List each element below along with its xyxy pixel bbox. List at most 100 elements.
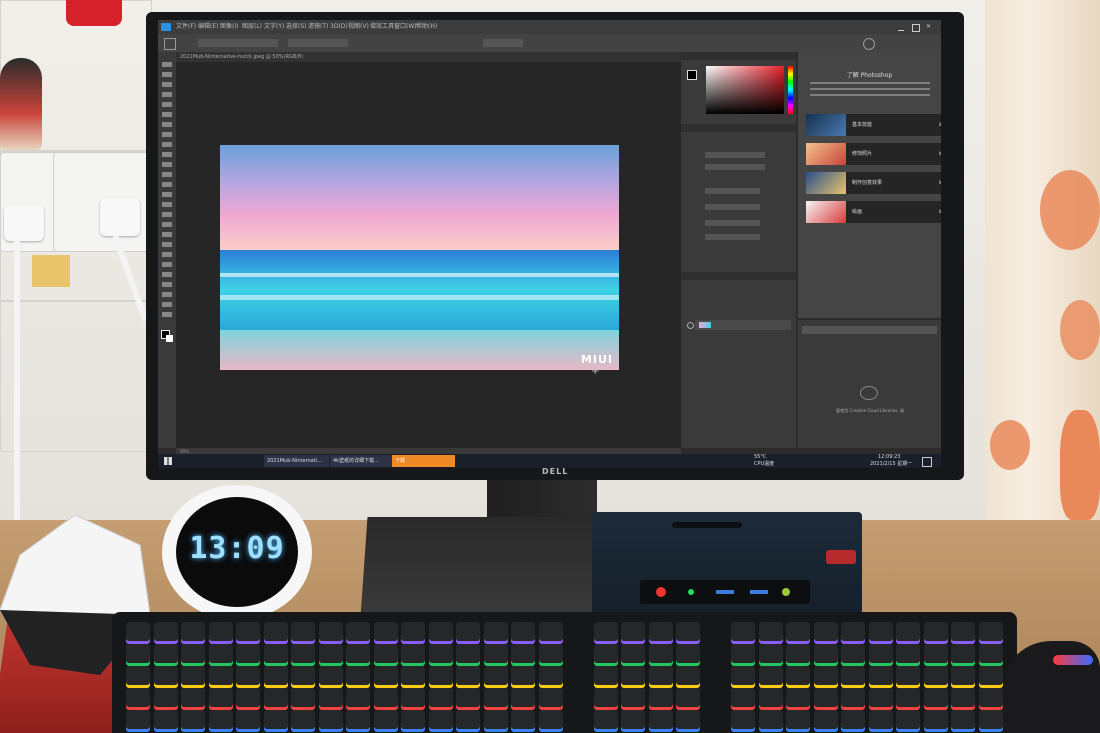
keyboard-key[interactable]	[483, 710, 508, 729]
keyboard-key[interactable]	[318, 688, 343, 707]
keyboard-key[interactable]	[346, 710, 370, 729]
maximize-icon[interactable]	[912, 24, 920, 32]
keyboard-key[interactable]	[181, 688, 205, 707]
keyboard-key[interactable]	[896, 644, 920, 663]
keyboard-key[interactable]	[538, 666, 563, 685]
keyboard-key[interactable]	[731, 622, 755, 641]
layer-row[interactable]	[695, 320, 791, 330]
notification-icon[interactable]	[922, 457, 932, 467]
keyboard-key[interactable]	[841, 688, 865, 707]
keyboard-key[interactable]	[208, 710, 233, 729]
tool-icons-column[interactable]	[162, 62, 172, 322]
keyboard-key[interactable]	[841, 644, 865, 663]
menu-item-view[interactable]: 视图(V)	[348, 20, 369, 34]
keyboard-key[interactable]	[731, 688, 755, 707]
keyboard-key[interactable]	[731, 644, 755, 663]
keyboard-key[interactable]	[538, 644, 563, 663]
keyboard-key[interactable]	[648, 666, 673, 685]
keyboard-key[interactable]	[621, 666, 645, 685]
keyboard-key[interactable]	[373, 622, 398, 641]
keyboard-key[interactable]	[538, 710, 563, 729]
keyboard-key[interactable]	[153, 666, 178, 685]
keyboard-key[interactable]	[868, 644, 893, 663]
menu-item-window[interactable]: 窗口(W)	[394, 20, 417, 34]
keyboard-key[interactable]	[648, 688, 673, 707]
keyboard-key[interactable]	[263, 688, 288, 707]
keyboard-key[interactable]	[923, 644, 948, 663]
power-button-icon[interactable]	[656, 587, 666, 597]
keyboard-key[interactable]	[868, 688, 893, 707]
menu-item-plugins[interactable]: 增效工具	[370, 20, 394, 34]
keyboard-key[interactable]	[483, 622, 508, 641]
keyboard-key[interactable]	[373, 688, 398, 707]
keyboard-key[interactable]	[401, 644, 425, 663]
menu-item-layer[interactable]: 图层(L)	[242, 20, 262, 34]
learn-item-creative-effects[interactable]: 制作创意效果 ›	[806, 172, 941, 194]
keyboard-key[interactable]	[621, 688, 645, 707]
keyboard-key[interactable]	[208, 644, 233, 663]
keyboard-key[interactable]	[813, 644, 838, 663]
property-field[interactable]	[705, 188, 760, 194]
keyboard-key[interactable]	[868, 666, 893, 685]
keyboard-key[interactable]	[813, 688, 838, 707]
keyboard-key[interactable]	[593, 644, 618, 663]
keyboard-key[interactable]	[896, 666, 920, 685]
keyboard-key[interactable]	[841, 710, 865, 729]
keyboard-key[interactable]	[236, 622, 260, 641]
library-search-field[interactable]	[802, 326, 937, 334]
keyboard-key[interactable]	[236, 644, 260, 663]
keyboard-key[interactable]	[318, 710, 343, 729]
search-icon[interactable]	[863, 38, 875, 50]
taskbar-item-download[interactable]: 下载	[392, 455, 455, 467]
keyboard-key[interactable]	[346, 666, 370, 685]
keyboard-key[interactable]	[208, 688, 233, 707]
keyboard-key[interactable]	[676, 666, 700, 685]
usb-port[interactable]	[716, 590, 734, 594]
keyboard-key[interactable]	[483, 688, 508, 707]
keyboard-key[interactable]	[978, 688, 1003, 707]
keyboard-key[interactable]	[868, 710, 893, 729]
keyboard-key[interactable]	[318, 666, 343, 685]
keyboard-key[interactable]	[401, 622, 425, 641]
keyboard-key[interactable]	[868, 622, 893, 641]
keyboard-key[interactable]	[126, 710, 150, 729]
keyboard-key[interactable]	[786, 644, 810, 663]
keyboard-key[interactable]	[291, 644, 315, 663]
keyboard-key[interactable]	[786, 622, 810, 641]
keyboard-key[interactable]	[263, 622, 288, 641]
menu-item-file[interactable]: 文件(F)	[176, 20, 196, 34]
keyboard-key[interactable]	[181, 710, 205, 729]
keyboard-key[interactable]	[813, 666, 838, 685]
background-color-swatch[interactable]	[166, 335, 173, 342]
menu-item-filter[interactable]: 滤镜(T)	[308, 20, 328, 34]
keyboard-key[interactable]	[758, 688, 783, 707]
keyboard-key[interactable]	[428, 688, 453, 707]
keyboard-key[interactable]	[318, 644, 343, 663]
keyboard-key[interactable]	[456, 622, 480, 641]
keyboard-key[interactable]	[236, 710, 260, 729]
keyboard-key[interactable]	[538, 688, 563, 707]
keyboard-key[interactable]	[951, 666, 975, 685]
keyboard-key[interactable]	[456, 644, 480, 663]
keyboard-key[interactable]	[291, 688, 315, 707]
keyboard-key[interactable]	[346, 622, 370, 641]
keyboard-key[interactable]	[951, 688, 975, 707]
keyboard-key[interactable]	[181, 622, 205, 641]
keyboard-key[interactable]	[236, 688, 260, 707]
keyboard-key[interactable]	[263, 710, 288, 729]
menu-item-select[interactable]: 选择(S)	[286, 20, 307, 34]
property-field[interactable]	[705, 220, 760, 226]
keyboard-key[interactable]	[676, 688, 700, 707]
menu-item-help[interactable]: 帮助(H)	[416, 20, 437, 34]
keyboard-key[interactable]	[511, 622, 535, 641]
keyboard-key[interactable]	[428, 710, 453, 729]
keyboard-key[interactable]	[153, 622, 178, 641]
keyboard-key[interactable]	[208, 622, 233, 641]
keyboard-key[interactable]	[511, 710, 535, 729]
keyboard-key[interactable]	[291, 666, 315, 685]
keyboard-key[interactable]	[456, 710, 480, 729]
keyboard-key[interactable]	[126, 644, 150, 663]
keyboard-key[interactable]	[511, 666, 535, 685]
keyboard-key[interactable]	[126, 622, 150, 641]
keyboard-key[interactable]	[153, 710, 178, 729]
